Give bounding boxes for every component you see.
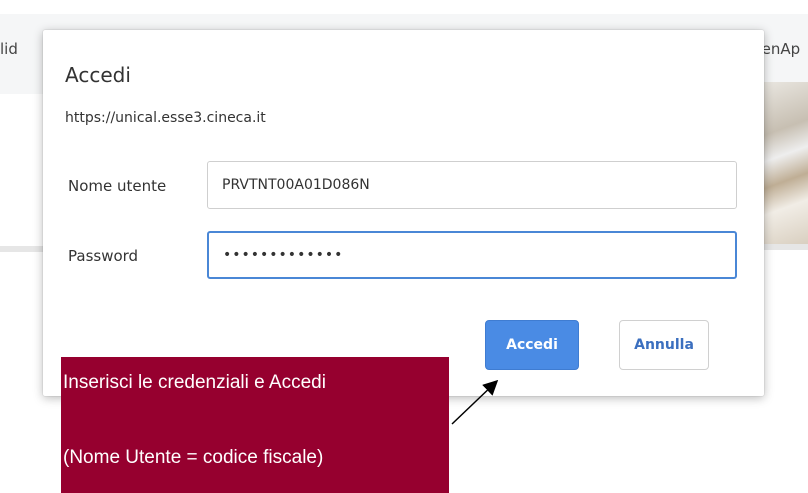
dialog-title: Accedi	[65, 63, 131, 87]
background-divider-left	[0, 246, 44, 252]
background-text-left: lid	[0, 40, 18, 58]
login-button[interactable]: Accedi	[485, 320, 579, 370]
background-divider-right	[764, 244, 808, 250]
instruction-line-1: Inserisci le credenziali e Accedi	[63, 372, 326, 393]
password-field[interactable]	[207, 231, 737, 279]
cancel-button[interactable]: Annulla	[619, 320, 709, 370]
dialog-url: https://unical.esse3.cineca.it	[65, 110, 266, 126]
instruction-callout: Inserisci le credenziali e Accedi (Nome …	[61, 357, 449, 493]
background-photo	[764, 82, 808, 244]
username-label: Nome utente	[68, 177, 167, 195]
browser-top-bar	[0, 0, 808, 14]
login-dialog: Accedi https://unical.esse3.cineca.it No…	[43, 30, 764, 396]
username-field[interactable]	[207, 161, 737, 209]
instruction-line-2: (Nome Utente = codice fiscale)	[63, 447, 324, 468]
password-label: Password	[68, 247, 139, 265]
